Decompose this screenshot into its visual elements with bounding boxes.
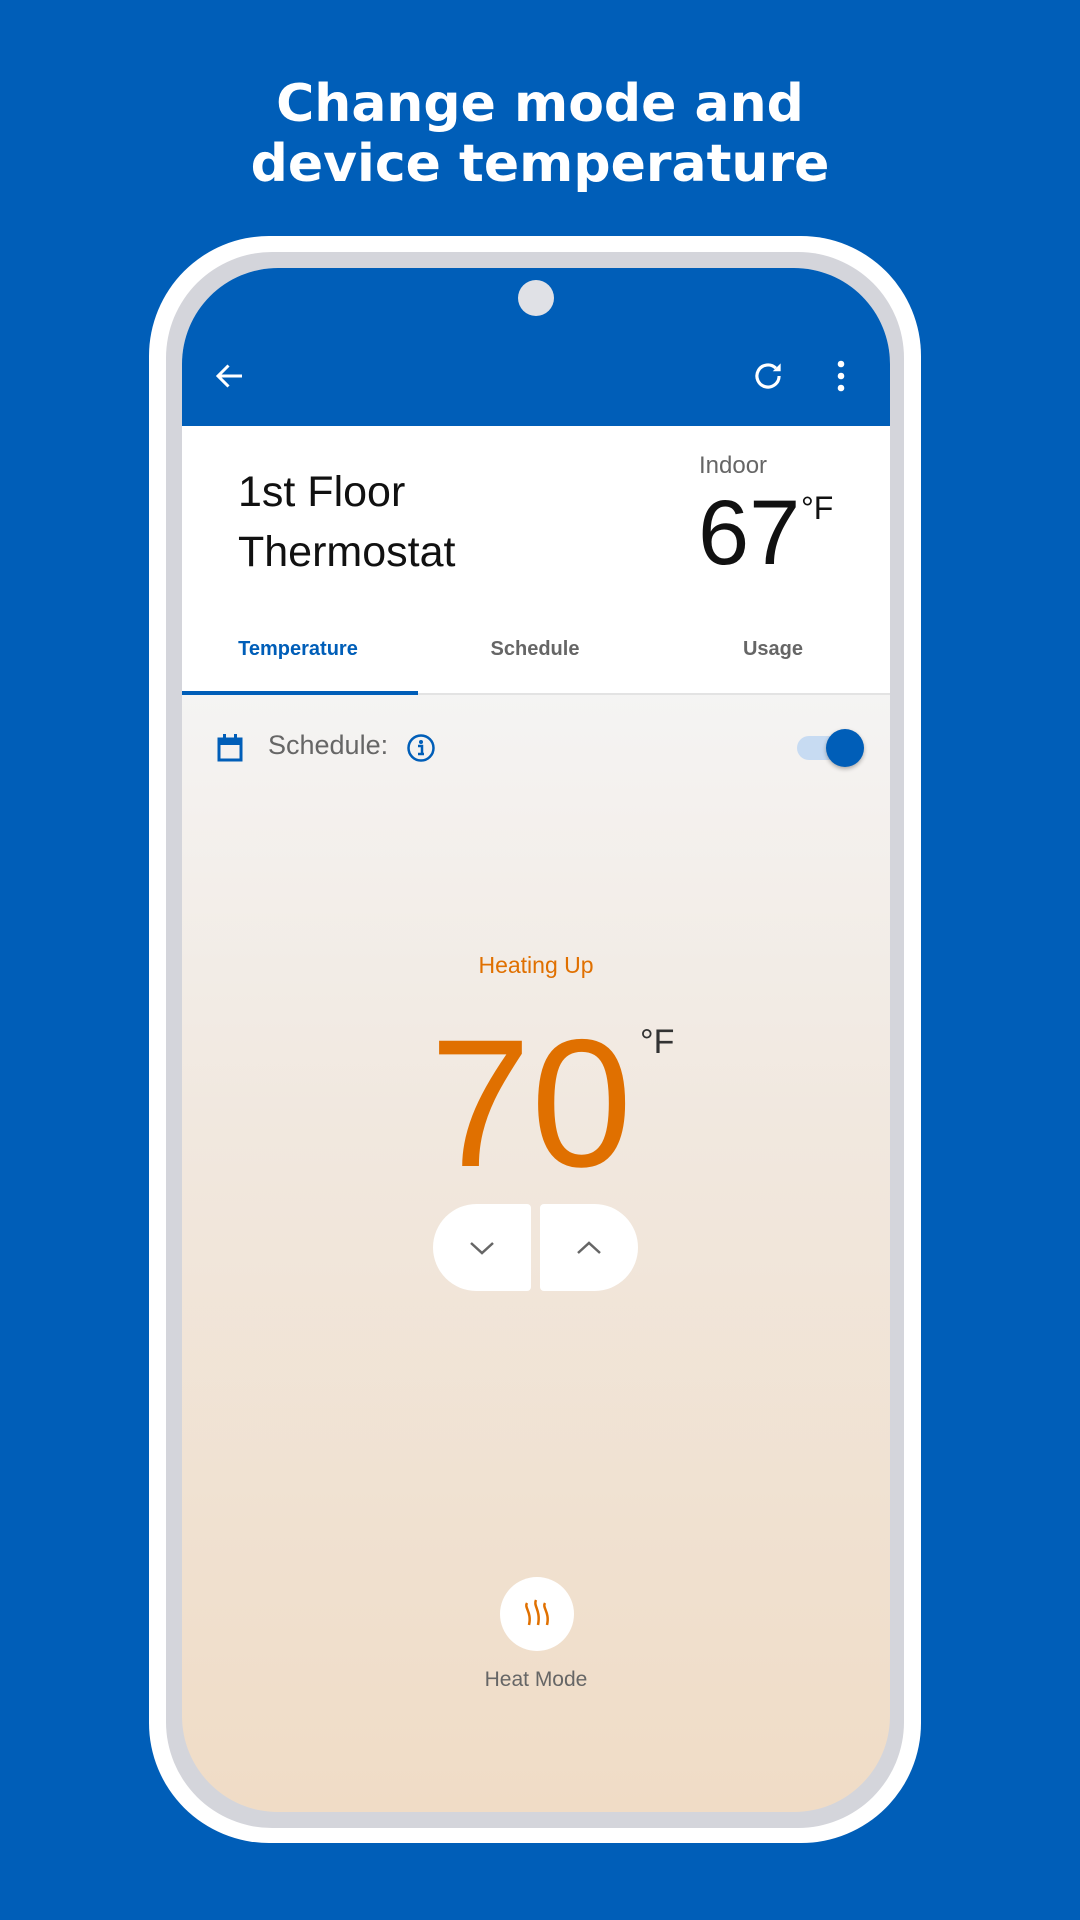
heat-mode-button[interactable] <box>500 1577 574 1651</box>
increase-temperature-button[interactable] <box>540 1204 638 1291</box>
app-screen: 1st Floor Thermostat Indoor 67 °F Temper… <box>182 268 890 1812</box>
more-vert-icon[interactable] <box>827 356 855 396</box>
promo-line-2: device temperature <box>250 134 830 194</box>
device-name-line-2: Thermostat <box>238 528 456 576</box>
info-icon[interactable] <box>405 732 437 764</box>
indoor-label: Indoor <box>699 452 768 479</box>
app-bar <box>182 268 890 426</box>
heating-status: Heating Up <box>478 952 594 978</box>
promo-line-1: Change mode and <box>276 74 804 134</box>
back-arrow-icon[interactable] <box>210 356 250 396</box>
decrease-temperature-button[interactable] <box>433 1204 531 1291</box>
heat-mode-label: Heat Mode <box>484 1668 588 1691</box>
device-name: 1st Floor Thermostat <box>238 462 455 582</box>
setpoint-unit: °F <box>640 1023 675 1061</box>
indoor-unit: °F <box>801 490 834 526</box>
tab-indicator <box>182 691 418 695</box>
device-name-line-1: 1st Floor <box>238 468 406 516</box>
chevron-down-icon <box>470 1241 494 1255</box>
refresh-icon[interactable] <box>748 356 788 396</box>
calendar-icon <box>214 732 246 764</box>
indoor-temperature: 67 <box>698 482 801 584</box>
camera-cutout <box>518 280 554 316</box>
setpoint-temperature: 70 <box>429 1001 633 1205</box>
tab-usage[interactable]: Usage <box>743 638 803 661</box>
heat-icon <box>525 1599 549 1626</box>
tab-temperature[interactable]: Temperature <box>238 638 358 661</box>
device-header: 1st Floor Thermostat Indoor 67 °F Temper… <box>182 426 890 695</box>
chevron-up-icon <box>577 1240 601 1254</box>
promo-title: Change mode and device temperature <box>0 74 1080 194</box>
tab-schedule[interactable]: Schedule <box>491 638 580 661</box>
schedule-label: Schedule: <box>268 730 389 760</box>
toggle-knob[interactable] <box>826 729 864 767</box>
